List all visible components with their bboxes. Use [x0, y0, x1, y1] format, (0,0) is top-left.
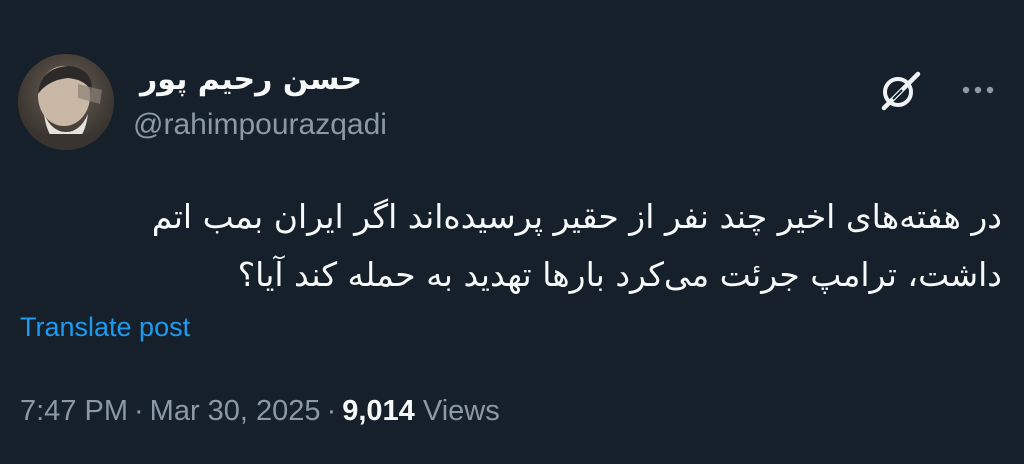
more-icon-glyph [962, 86, 994, 94]
avatar[interactable] [18, 54, 114, 150]
meta-separator: · [326, 395, 337, 427]
meta-separator: · [134, 395, 144, 427]
tweet-text-line-1: در هفته‌های اخیر چند نفر از حقیر پرسیده‌… [151, 197, 1002, 236]
tweet-date[interactable]: Mar 30, 2025 [150, 395, 321, 427]
tweet-text: در هفته‌های اخیر چند نفر از حقیر پرسیده‌… [12, 188, 1002, 304]
author-handle[interactable]: @rahimpourazqadi [133, 108, 387, 142]
grok-icon[interactable] [878, 70, 924, 112]
more-icon[interactable] [958, 78, 998, 102]
tweet-card: حسن رحیم پور @rahimpourazqadi در هفته‌ها… [0, 0, 1024, 464]
author-display-name[interactable]: حسن رحیم پور [140, 62, 362, 97]
tweet-text-line-2: داشت، ترامپ جرئت می‌کرد بارها تهدید به ح… [237, 255, 1002, 294]
translate-post-link[interactable]: Translate post [20, 312, 190, 343]
views-count[interactable]: 9,014 [342, 395, 415, 427]
grok-icon-glyph [881, 71, 921, 111]
views-label: Views [422, 395, 500, 427]
tweet-time[interactable]: 7:47 PM [20, 395, 128, 427]
tweet-meta: 7:47 PM · Mar 30, 2025 · 9,014 Views [20, 395, 500, 428]
avatar-image [18, 54, 114, 150]
